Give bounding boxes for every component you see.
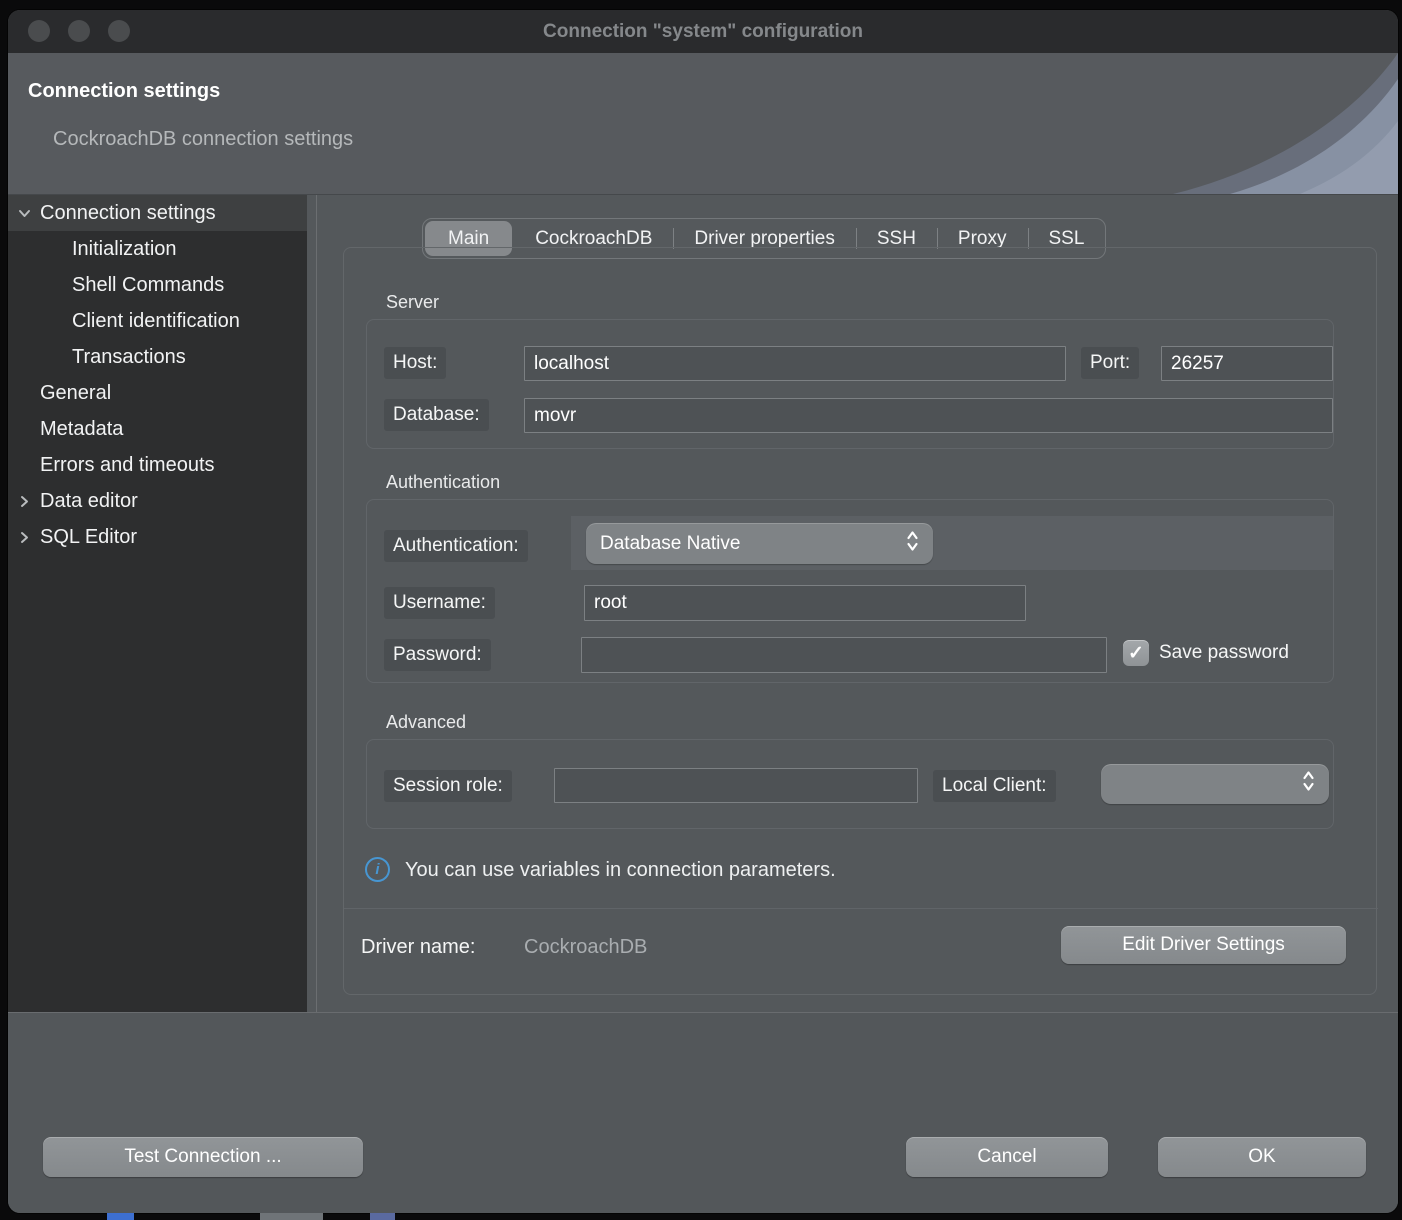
select-updown-icon	[1302, 769, 1315, 799]
sidebar-item-transactions[interactable]: Transactions	[8, 339, 307, 375]
sidebar-item-label: Data editor	[40, 490, 138, 513]
main-tab-panel: Server Host: Port: Database: Authenticat…	[343, 247, 1377, 995]
info-text: You can use variables in connection para…	[405, 859, 836, 882]
sidebar-item-initialization[interactable]: Initialization	[8, 231, 307, 267]
auth-method-selected-value: Database Native	[600, 533, 896, 555]
title-bar: Connection "system" configuration	[8, 10, 1398, 53]
save-password-checkbox[interactable]: ✓	[1123, 640, 1149, 666]
ok-button[interactable]: OK	[1158, 1137, 1366, 1177]
sidebar-item-connection-settings[interactable]: Connection settings	[8, 195, 307, 231]
username-input[interactable]	[584, 585, 1026, 621]
database-label: Database:	[384, 399, 489, 431]
main-content: Main CockroachDB Driver properties SSH P…	[317, 195, 1398, 1012]
header-decoration-swoosh	[1118, 53, 1398, 194]
sidebar-item-metadata[interactable]: Metadata	[8, 411, 307, 447]
driver-name-value: CockroachDB	[524, 936, 647, 959]
username-label: Username:	[384, 587, 495, 619]
dialog-footer: Test Connection ... Cancel OK	[8, 1012, 1398, 1213]
sidebar-item-label: SQL Editor	[40, 526, 137, 549]
host-input[interactable]	[524, 346, 1066, 381]
dock-item-sliver	[370, 1213, 395, 1220]
save-password-label: Save password	[1159, 640, 1333, 666]
cancel-button[interactable]: Cancel	[906, 1137, 1108, 1177]
auth-method-label: Authentication:	[384, 530, 528, 562]
advanced-group-legend: Advanced	[386, 712, 466, 733]
sidebar-item-label: Initialization	[72, 238, 177, 261]
edit-driver-settings-button[interactable]: Edit Driver Settings	[1061, 926, 1346, 964]
info-icon: i	[365, 857, 390, 882]
sidebar-item-label: Transactions	[72, 346, 186, 369]
sidebar-item-data-editor[interactable]: Data editor	[8, 483, 307, 519]
server-group-legend: Server	[386, 292, 439, 313]
dock-item-sliver	[107, 1213, 134, 1220]
select-updown-icon	[906, 529, 919, 559]
host-label: Host:	[384, 347, 446, 379]
auth-method-select[interactable]: Database Native	[586, 523, 933, 564]
settings-tree: Connection settings Initialization Shell…	[8, 195, 307, 1012]
checkmark-icon: ✓	[1128, 644, 1144, 663]
sidebar-item-sql-editor[interactable]: SQL Editor	[8, 519, 307, 555]
sidebar-item-label: Errors and timeouts	[40, 454, 215, 477]
sidebar-item-label: General	[40, 382, 111, 405]
page-subtitle: CockroachDB connection settings	[53, 128, 353, 151]
page-title: Connection settings	[28, 80, 220, 103]
dock-item-sliver	[260, 1213, 323, 1220]
session-role-label: Session role:	[384, 770, 512, 802]
header-banner: Connection settings CockroachDB connecti…	[8, 53, 1398, 195]
port-input[interactable]	[1161, 346, 1333, 381]
port-label: Port:	[1081, 347, 1139, 379]
sidebar-item-shell-commands[interactable]: Shell Commands	[8, 267, 307, 303]
desktop-peek-strip	[0, 1208, 1402, 1220]
sidebar-item-label: Metadata	[40, 418, 123, 441]
chevron-right-icon	[8, 530, 40, 545]
sidebar-item-label: Connection settings	[40, 202, 216, 225]
connection-config-dialog: Connection "system" configuration Connec…	[8, 10, 1398, 1213]
dialog-body: Connection settings Initialization Shell…	[8, 195, 1398, 1012]
chevron-down-icon	[8, 206, 40, 221]
sidebar-item-label: Client identification	[72, 310, 240, 333]
database-input[interactable]	[524, 398, 1333, 433]
password-label: Password:	[384, 639, 491, 671]
sidebar-item-general[interactable]: General	[8, 375, 307, 411]
sidebar-item-errors-and-timeouts[interactable]: Errors and timeouts	[8, 447, 307, 483]
driver-name-label: Driver name:	[361, 936, 475, 959]
password-input[interactable]	[581, 637, 1107, 673]
test-connection-button[interactable]: Test Connection ...	[43, 1137, 363, 1177]
authentication-group-legend: Authentication	[386, 472, 500, 493]
local-client-label: Local Client:	[933, 770, 1056, 802]
sidebar-item-client-identification[interactable]: Client identification	[8, 303, 307, 339]
session-role-input[interactable]	[554, 768, 918, 803]
local-client-select[interactable]	[1101, 764, 1329, 804]
window-title: Connection "system" configuration	[8, 10, 1398, 53]
sidebar-item-label: Shell Commands	[72, 274, 224, 297]
chevron-right-icon	[8, 494, 40, 509]
driver-row-separator	[344, 908, 1378, 909]
